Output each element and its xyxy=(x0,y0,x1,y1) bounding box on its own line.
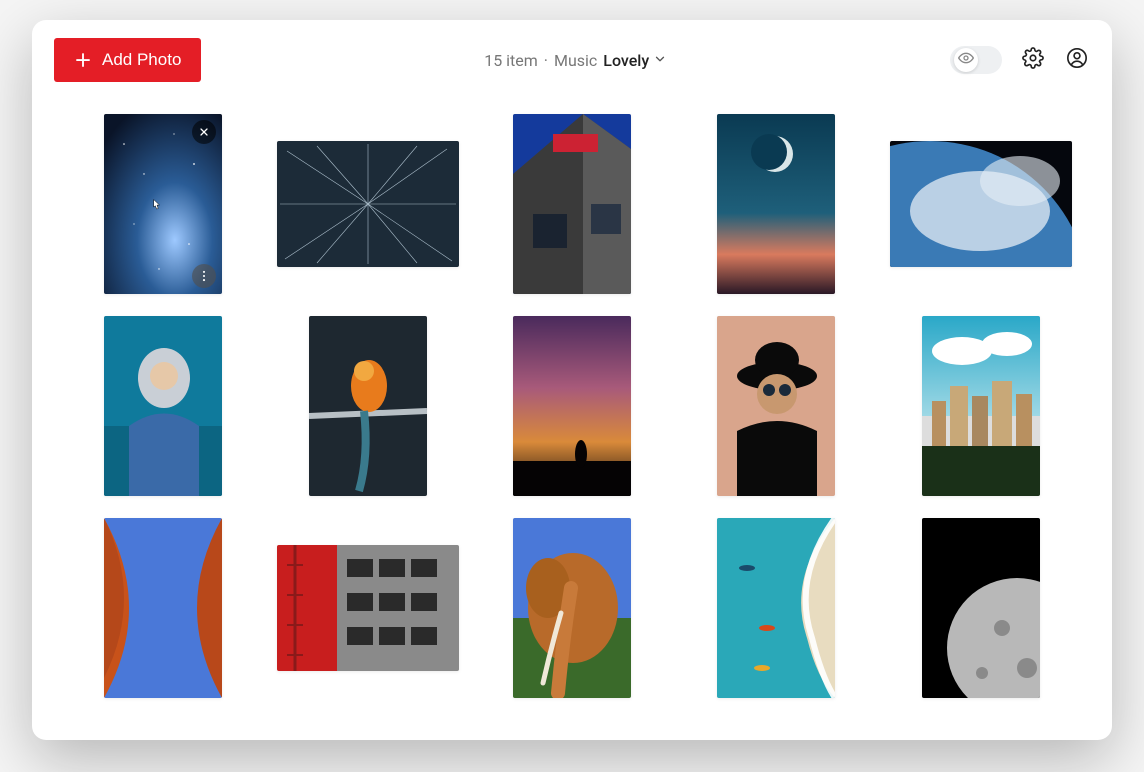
photo-thumb[interactable] xyxy=(513,316,631,496)
photo-thumb[interactable] xyxy=(717,316,835,496)
separator-dot: · xyxy=(544,51,548,70)
photo-gallery[interactable] xyxy=(32,100,1112,740)
remove-photo-button[interactable] xyxy=(192,120,216,144)
chevron-down-icon xyxy=(653,51,667,70)
photo-thumb[interactable] xyxy=(277,141,459,267)
music-prefix: Music xyxy=(554,51,597,70)
photo-thumb[interactable] xyxy=(890,141,1072,267)
close-icon xyxy=(198,126,210,138)
photo-thumb[interactable] xyxy=(104,518,222,698)
eye-icon xyxy=(958,50,974,70)
toggle-knob xyxy=(954,48,978,72)
app-window: Add Photo 15 item · Music Lovely xyxy=(32,20,1112,740)
plus-icon xyxy=(74,51,92,69)
photo-thumb[interactable] xyxy=(922,316,1040,496)
preview-toggle[interactable] xyxy=(950,46,1002,74)
add-photo-button[interactable]: Add Photo xyxy=(54,38,201,82)
right-controls xyxy=(950,46,1090,74)
photo-thumb[interactable] xyxy=(104,114,222,294)
photo-thumb[interactable] xyxy=(277,545,459,671)
photo-thumb[interactable] xyxy=(104,316,222,496)
item-count: 15 item xyxy=(484,51,538,70)
account-button[interactable] xyxy=(1064,47,1090,73)
photo-thumb[interactable] xyxy=(717,518,835,698)
photo-options-button[interactable] xyxy=(192,264,216,288)
photo-thumb[interactable] xyxy=(309,316,427,496)
photo-thumb[interactable] xyxy=(513,518,631,698)
user-icon xyxy=(1066,47,1088,73)
photo-thumb[interactable] xyxy=(513,114,631,294)
toolbar: Add Photo 15 item · Music Lovely xyxy=(32,20,1112,100)
photo-grid xyxy=(72,114,1072,698)
photo-thumb[interactable] xyxy=(717,114,835,294)
music-name-label: Lovely xyxy=(603,51,649,70)
photo-thumb[interactable] xyxy=(922,518,1040,698)
settings-button[interactable] xyxy=(1020,47,1046,73)
music-select[interactable]: Lovely xyxy=(603,51,667,70)
gear-icon xyxy=(1022,47,1044,73)
add-photo-label: Add Photo xyxy=(102,50,181,70)
more-icon xyxy=(197,269,211,283)
header-info: 15 item · Music Lovely xyxy=(213,51,938,70)
